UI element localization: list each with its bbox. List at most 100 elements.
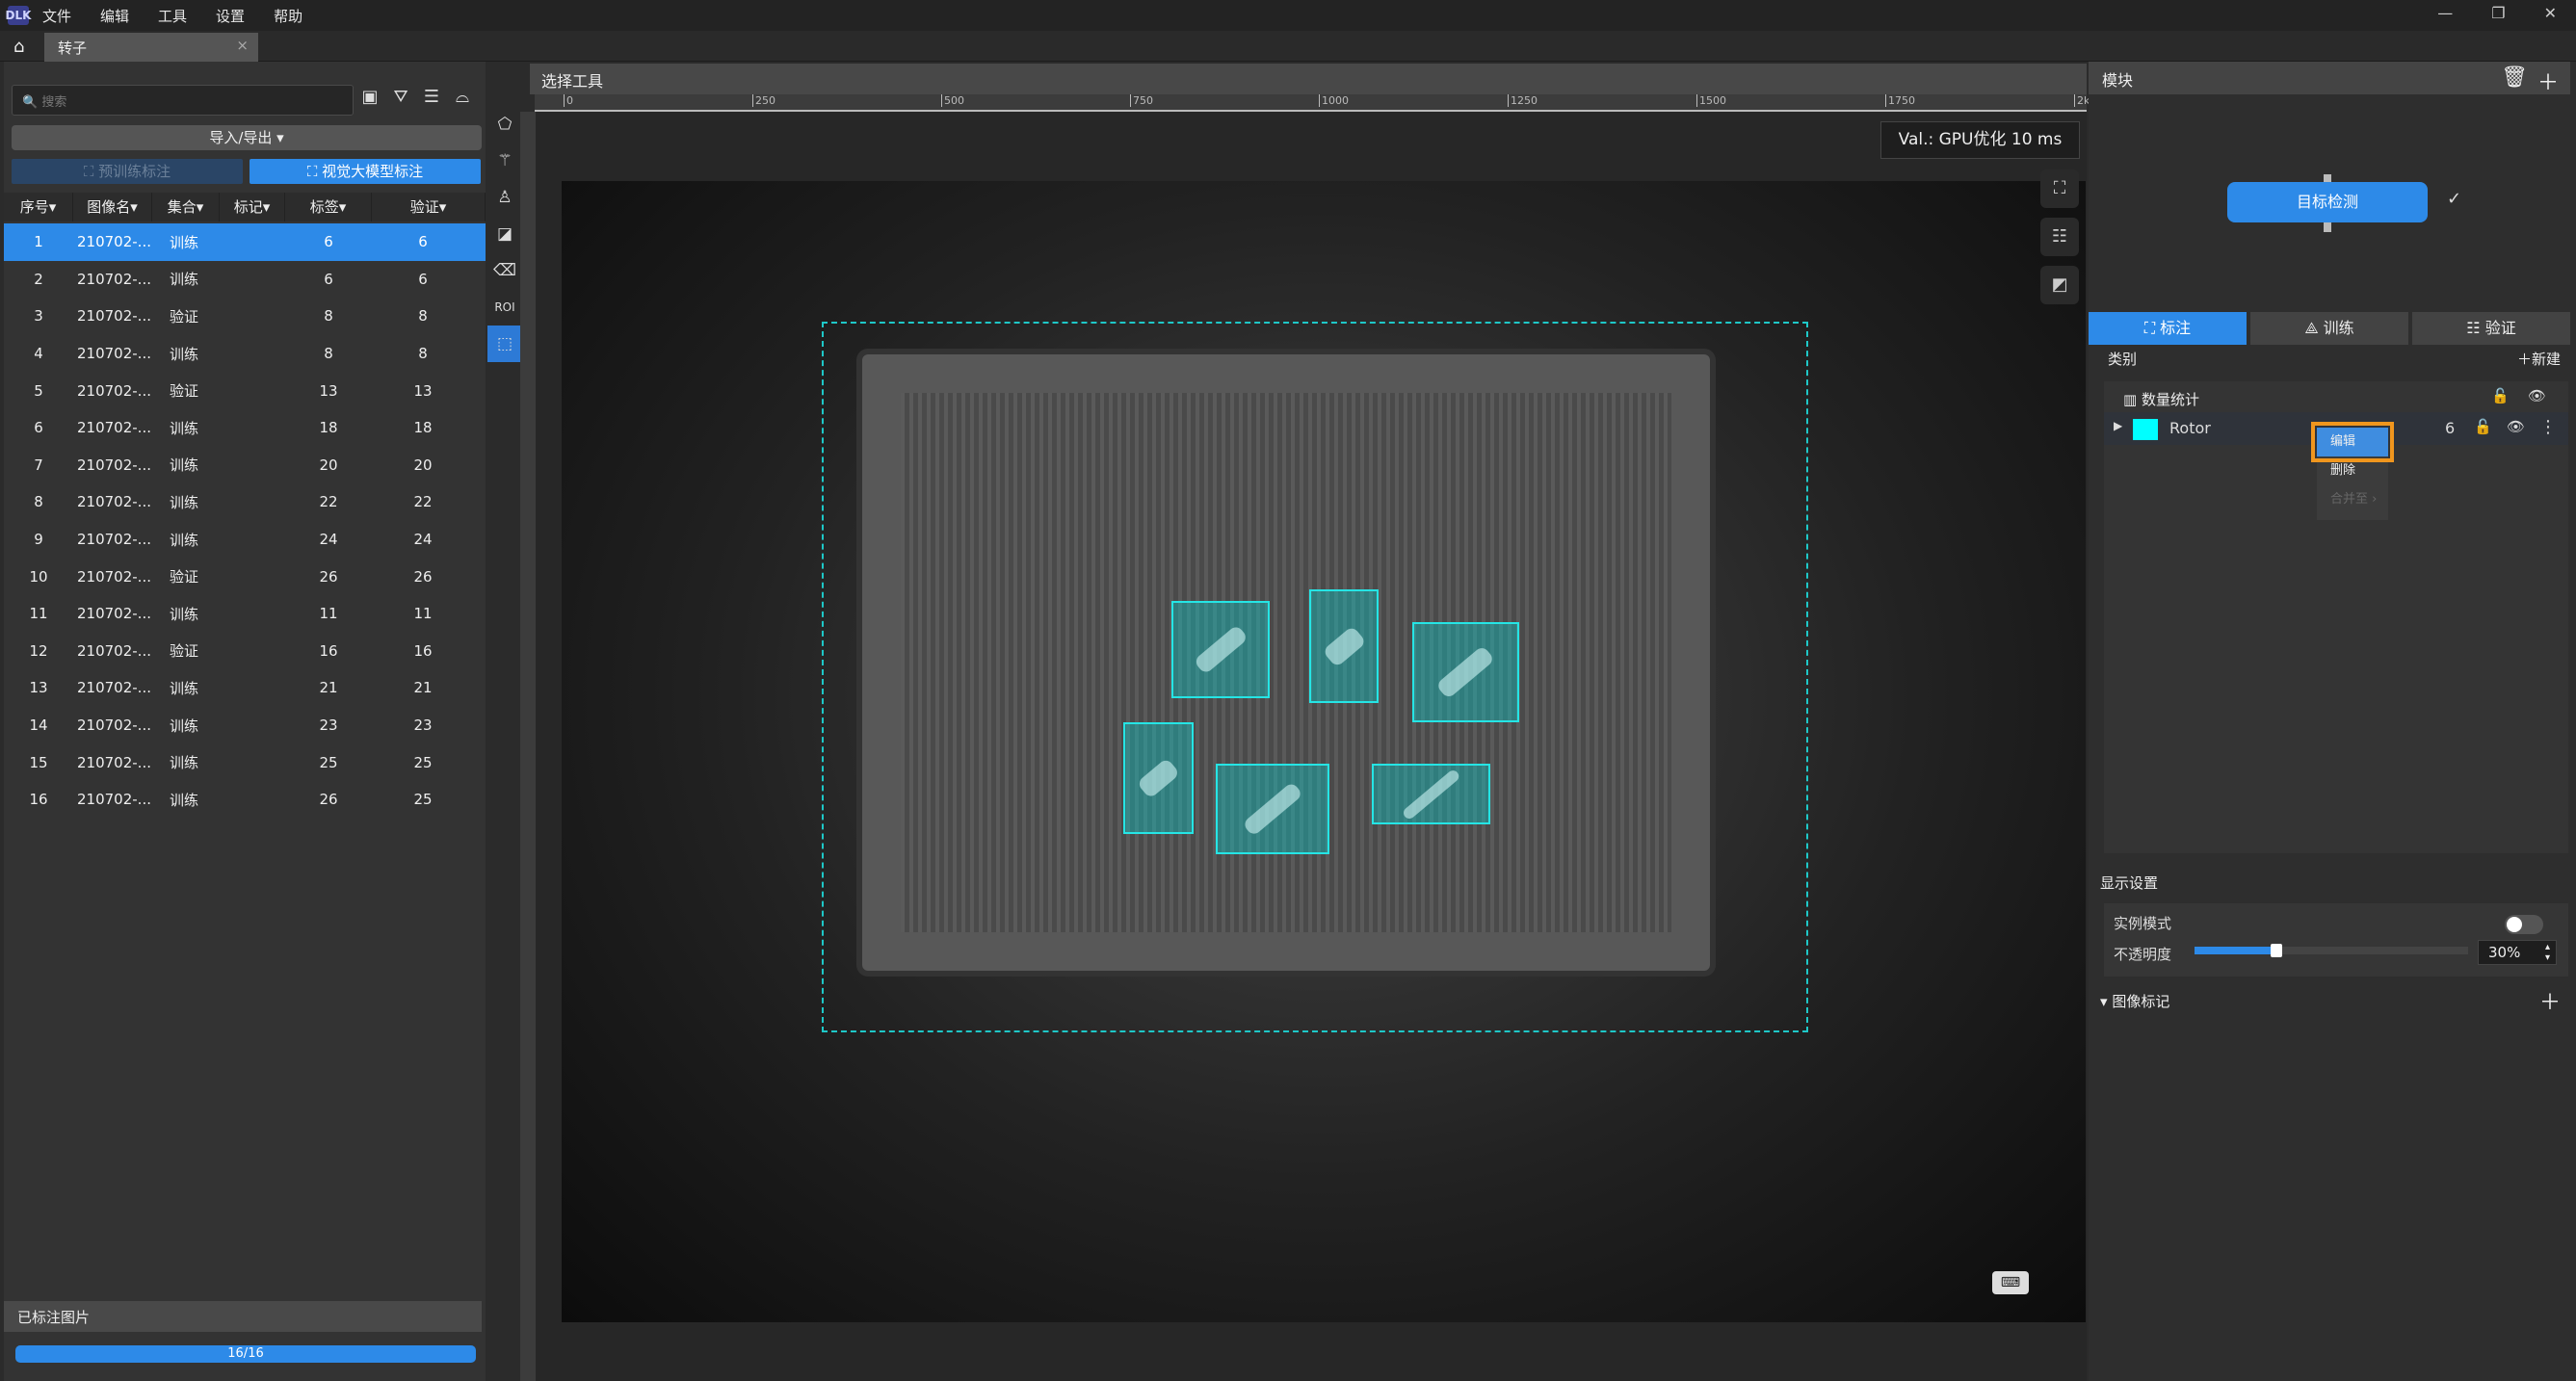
table-row[interactable]: 13210702-...训练2121	[4, 669, 486, 707]
table-row[interactable]: 5210702-...验证1313	[4, 372, 486, 409]
cell-name: 210702-...	[73, 605, 152, 622]
cell-set: 训练	[152, 604, 220, 624]
col-mark[interactable]: 标记▾	[220, 193, 285, 221]
slider-handle[interactable]	[2271, 944, 2282, 957]
search-input[interactable]: 🔍 搜索	[12, 85, 354, 116]
rotor-bbox[interactable]	[1372, 764, 1490, 824]
labeled-images-title: 已标注图片	[4, 1301, 482, 1332]
labeled-progress-bar: 16/16	[15, 1345, 476, 1363]
table-row[interactable]: 14210702-...训练2323	[4, 707, 486, 744]
cell-set: 验证	[152, 640, 220, 661]
roi-tool-icon[interactable]: ROI	[487, 289, 522, 326]
menu-file[interactable]: 文件	[42, 6, 71, 26]
polygon-tool-icon[interactable]: ⬠	[487, 106, 522, 143]
pretrain-label-button[interactable]: ⛶ 预训练标注	[12, 159, 243, 184]
rotor-bbox[interactable]	[1123, 722, 1194, 834]
import-export-button[interactable]: 导入/导出 ▾	[12, 125, 482, 150]
table-row[interactable]: 4210702-...训练88	[4, 335, 486, 373]
trash-icon[interactable]: 🗑	[2501, 65, 2528, 90]
close-window-button[interactable]: ✕	[2544, 4, 2557, 22]
minimize-button[interactable]: —	[2437, 4, 2453, 22]
table-row[interactable]: 3210702-...验证88	[4, 298, 486, 335]
table-row[interactable]: 15210702-...训练2525	[4, 743, 486, 781]
table-row[interactable]: 8210702-...训练2222	[4, 483, 486, 521]
show-results-icon[interactable]: ☷	[2040, 218, 2079, 256]
menu-edit[interactable]: 编辑	[100, 6, 129, 26]
instance-mode-toggle[interactable]	[2505, 915, 2543, 934]
cell-no: 5	[4, 382, 73, 400]
table-row[interactable]: 7210702-...训练2020	[4, 447, 486, 484]
filter-icon[interactable]: ⛛	[387, 87, 414, 114]
close-tab-icon[interactable]: ×	[236, 37, 249, 54]
show-mask-icon[interactable]: ◩	[2040, 266, 2079, 304]
rotor-image[interactable]	[562, 181, 2086, 1322]
menu-tools[interactable]: 工具	[158, 6, 187, 26]
magic-wand-icon[interactable]: ⚚	[487, 143, 522, 179]
rotor-bbox[interactable]	[1309, 589, 1379, 703]
col-verify[interactable]: 验证▾	[372, 193, 486, 221]
eye-icon[interactable]: 👁	[2507, 418, 2525, 435]
col-label[interactable]: 标签▾	[285, 193, 372, 221]
lock-icon[interactable]: 🔓	[2474, 418, 2492, 435]
cell-no: 16	[4, 791, 73, 808]
new-category-button[interactable]: ＋新建	[2517, 349, 2561, 369]
cell-set: 训练	[152, 232, 220, 252]
eraser-icon[interactable]: ⌫	[487, 252, 522, 289]
tab-verify[interactable]: ☷ 验证	[2412, 312, 2570, 345]
tab-train[interactable]: ⟁ 训练	[2250, 312, 2408, 345]
stats-row[interactable]: ▥ 数量统计	[2123, 389, 2199, 409]
cell-label: 21	[285, 679, 372, 696]
show-boxes-icon[interactable]: ⛶	[2040, 169, 2079, 208]
mask-tool-icon[interactable]: ◪	[487, 216, 522, 252]
cell-verify: 11	[372, 605, 474, 622]
table-row[interactable]: 12210702-...验证1616	[4, 633, 486, 670]
menu-settings[interactable]: 设置	[216, 6, 245, 26]
cell-verify: 22	[372, 493, 474, 510]
node-output-port	[2324, 222, 2331, 232]
vlm-label-button[interactable]: ⛶ 视觉大模型标注	[250, 159, 481, 184]
more-icon[interactable]: ⋮	[2539, 417, 2557, 437]
eye-icon[interactable]: 👁	[2528, 387, 2546, 404]
cell-verify: 13	[372, 382, 474, 400]
table-row[interactable]: 6210702-...训练1818	[4, 409, 486, 447]
table-row[interactable]: 16210702-...训练2625	[4, 781, 486, 819]
module-node-detection[interactable]: 目标检测	[2227, 182, 2428, 222]
cell-set: 训练	[152, 344, 220, 364]
col-set[interactable]: 集合▾	[152, 193, 220, 221]
image-marks-section[interactable]: ▾ 图像标记＋	[2100, 991, 2568, 1011]
table-row[interactable]: 9210702-...训练2424	[4, 521, 486, 559]
table-row[interactable]: 10210702-...验证2626	[4, 558, 486, 595]
keyboard-icon[interactable]: ⌨	[1992, 1271, 2029, 1294]
home-icon[interactable]: ⌂	[13, 37, 24, 57]
table-row[interactable]: 11210702-...训练1111	[4, 595, 486, 633]
cell-no: 8	[4, 493, 73, 510]
lock-icon[interactable]: 🔓	[2491, 387, 2510, 404]
table-row[interactable]: 2210702-...训练66	[4, 261, 486, 299]
col-name[interactable]: 图像名▾	[73, 193, 152, 221]
cell-label: 25	[285, 754, 372, 771]
menu-help[interactable]: 帮助	[274, 6, 302, 26]
add-mark-icon[interactable]: ＋	[2539, 985, 2561, 1016]
ruler-tick-label: 1500	[1696, 94, 1726, 107]
image-settings-icon[interactable]: ▣	[356, 87, 383, 114]
opacity-spinbox[interactable]: 30%▴▾	[2478, 940, 2557, 965]
menu-item-delete[interactable]: 删除	[2317, 456, 2388, 485]
tab-rotor[interactable]: 转子 ×	[44, 33, 258, 62]
cell-verify: 6	[372, 271, 474, 288]
col-index[interactable]: 序号▾	[4, 193, 73, 221]
rotor-bbox[interactable]	[1171, 601, 1270, 698]
list-view-icon[interactable]: ☰	[418, 87, 445, 114]
add-module-icon[interactable]: ＋	[2537, 65, 2559, 96]
category-color-swatch[interactable]	[2133, 419, 2158, 440]
layout-icon[interactable]: ⌓	[449, 87, 476, 114]
stamp-tool-icon[interactable]: ♙	[487, 179, 522, 216]
maximize-button[interactable]: ❐	[2491, 4, 2505, 22]
menu-item-edit[interactable]: 编辑	[2317, 428, 2388, 456]
tab-annotate[interactable]: ⛶ 标注	[2089, 312, 2247, 345]
select-tool-icon[interactable]: ⬚	[487, 326, 522, 362]
table-row[interactable]: 1210702-...训练66	[4, 223, 486, 261]
opacity-slider[interactable]	[2195, 947, 2468, 954]
expand-icon[interactable]: ▶	[2114, 419, 2122, 432]
rotor-bbox[interactable]	[1412, 622, 1519, 722]
rotor-bbox[interactable]	[1216, 764, 1329, 854]
